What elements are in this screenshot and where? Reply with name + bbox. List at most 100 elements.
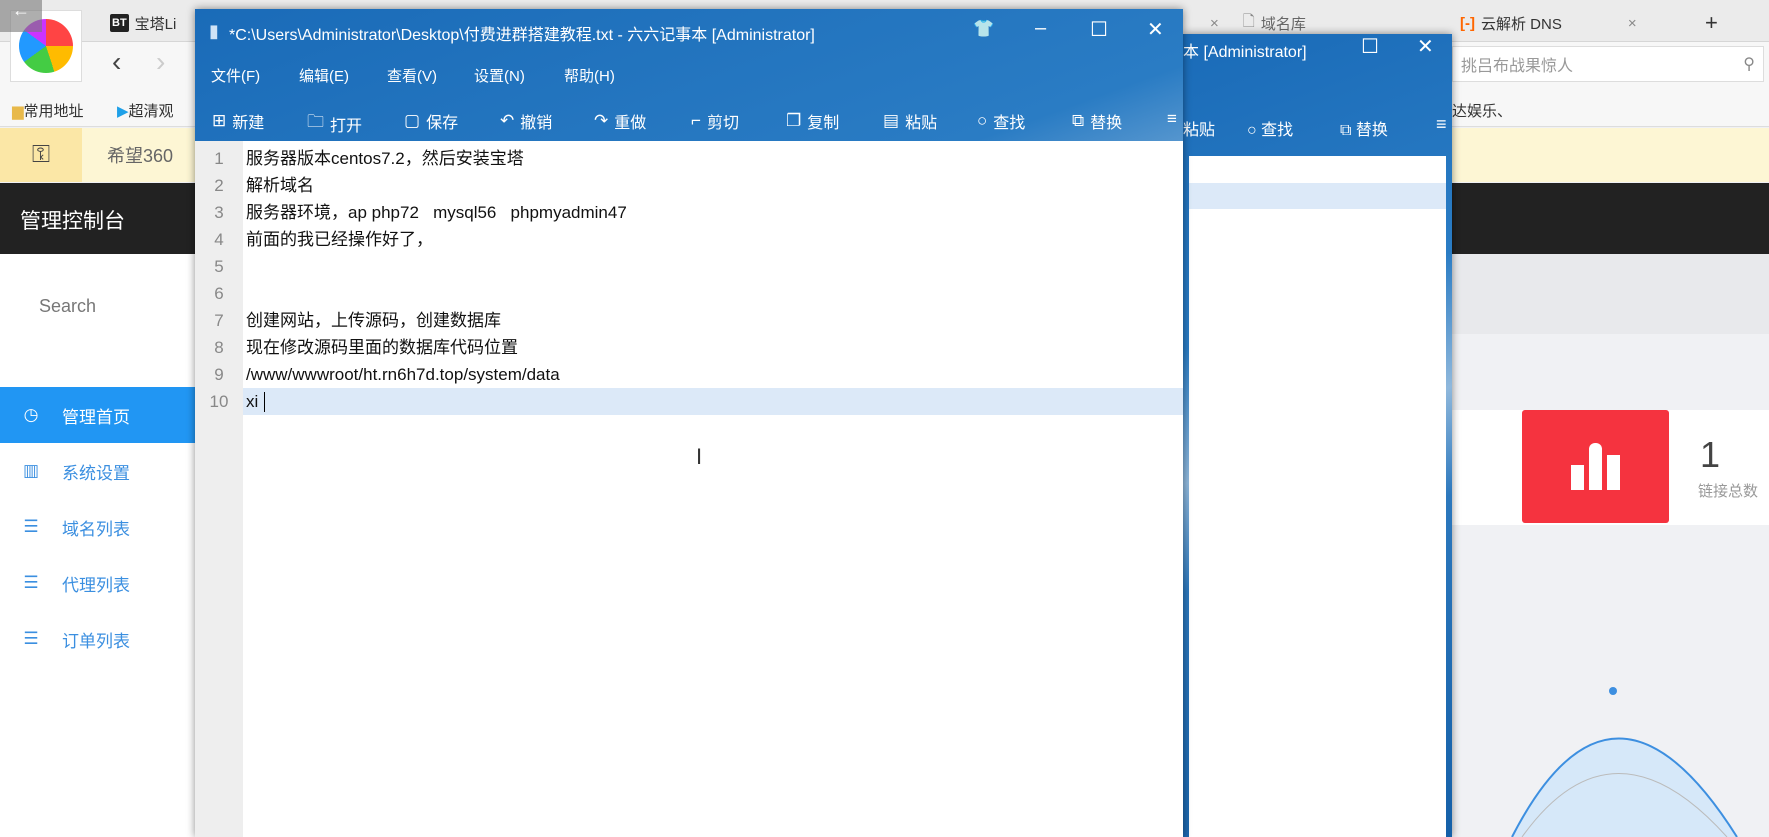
notepad-app-icon: ▮ xyxy=(209,21,219,41)
skin-icon[interactable]: 👕 xyxy=(973,19,994,39)
editor-line[interactable]: 创建网站，上传源码，创建数据库 xyxy=(246,307,501,334)
stat-label: 链接总数 xyxy=(1698,483,1759,500)
editor-area[interactable] xyxy=(1189,156,1446,837)
list-icon: ☰ xyxy=(23,573,39,592)
notepad-window-background: 本 [Administrator] ☐ ✕ 粘贴 ○ 查找 ⧉ 替换 ≡ xyxy=(1183,34,1452,837)
list-icon: ☰ xyxy=(23,629,39,648)
new-icon: ⊞ xyxy=(212,111,227,130)
search-placeholder: 挑吕布战果惊人 xyxy=(1461,58,1574,75)
new-button[interactable]: ⊞ 新建 xyxy=(212,109,264,133)
dashboard-icon: ◷ xyxy=(23,405,39,424)
label: 替换 xyxy=(1090,115,1123,132)
redo-button[interactable]: ↷ 重做 xyxy=(594,109,646,133)
search-icon: ○ xyxy=(977,111,988,130)
editor-line[interactable]: 现在修改源码里面的数据库代码位置 xyxy=(246,334,518,361)
editor-line[interactable]: 前面的我已经操作好了， xyxy=(246,226,433,253)
undo-button[interactable]: ↶ 撤销 xyxy=(500,109,552,133)
new-tab-button[interactable]: + xyxy=(1705,6,1718,40)
label: 粘贴 xyxy=(905,115,938,132)
close-icon[interactable]: ✕ xyxy=(1147,17,1164,42)
nav-label: 代理列表 xyxy=(62,575,130,595)
tab-label: 宝塔Li xyxy=(134,15,177,33)
close-icon[interactable]: × xyxy=(1628,15,1637,32)
replace-button[interactable]: ⧉ 替换 xyxy=(1340,116,1388,140)
grid-icon: ▥ xyxy=(22,461,40,480)
editor-area[interactable]: 1 服务器版本centos7.2，然后安装宝塔 2 解析域名 3 服务器环境，ap php… xyxy=(195,141,1183,837)
editor-line[interactable]: 服务器版本centos7.2，然后安装宝塔 xyxy=(246,145,524,172)
maximize-icon[interactable]: ☐ xyxy=(1361,34,1379,59)
back-icon[interactable]: ‹ xyxy=(112,46,121,78)
label: 查找 xyxy=(993,115,1026,132)
nav-label: 订单列表 xyxy=(62,631,130,651)
text-cursor xyxy=(264,392,265,412)
menu-view[interactable]: 查看(V) xyxy=(387,65,437,86)
paste-button[interactable]: 粘贴 xyxy=(1183,116,1215,140)
search-icon[interactable]: ⚲ xyxy=(1743,54,1755,74)
menu-help[interactable]: 帮助(H) xyxy=(564,65,615,86)
cut-icon: ⌐ xyxy=(691,111,701,130)
bar-chart-icon xyxy=(1522,410,1669,523)
window-title: 本 [Administrator] xyxy=(1183,44,1307,61)
copy-button[interactable]: ❐ 复制 xyxy=(786,109,839,133)
minimize-icon[interactable]: – xyxy=(1035,17,1046,40)
label: 查找 xyxy=(1261,122,1294,139)
editor-line[interactable]: xi xyxy=(246,388,258,415)
sidebar-item-orders[interactable]: ☰ 订单列表 xyxy=(0,611,195,667)
tab-baota[interactable]: BT 宝塔Li xyxy=(110,6,176,40)
label: 保存 xyxy=(426,115,459,132)
nav-label: 管理首页 xyxy=(62,407,130,427)
tab-label: 域名库 xyxy=(1260,15,1306,33)
bookmark-video[interactable]: ▶超清观 xyxy=(117,100,174,121)
play-icon: ▶ xyxy=(117,103,129,120)
nav-label: 系统设置 xyxy=(62,463,130,483)
find-button[interactable]: ○ 查找 xyxy=(1247,116,1293,140)
label: 撤销 xyxy=(520,115,553,132)
more-icon: ≡ xyxy=(1167,109,1177,128)
save-button[interactable]: ▢ 保存 xyxy=(404,109,458,133)
editor-line[interactable]: /www/wwwroot/ht.rn6h7d.top/system/data xyxy=(246,361,560,388)
menu-settings[interactable]: 设置(N) xyxy=(474,65,525,86)
maximize-icon[interactable]: ☐ xyxy=(1090,17,1108,42)
close-icon[interactable]: ✕ xyxy=(1417,34,1434,59)
sidebar-item-home[interactable]: ◷ 管理首页 xyxy=(0,387,195,443)
stat-card: 1 链接总数 xyxy=(1452,410,1769,525)
stat-value: 1 xyxy=(1700,434,1721,475)
cut-button[interactable]: ⌐ 剪切 xyxy=(691,109,739,133)
folder-icon: 🗀 xyxy=(307,112,324,131)
label: 替换 xyxy=(1355,122,1388,139)
sidebar-item-agents[interactable]: ☰ 代理列表 xyxy=(0,555,195,611)
copy-icon: ❐ xyxy=(786,111,802,130)
sidebar-item-settings[interactable]: ▥ 系统设置 xyxy=(0,443,195,499)
current-line-highlight xyxy=(243,388,1183,415)
close-icon[interactable]: × xyxy=(1210,15,1219,32)
bookmark-common[interactable]: ▆常用地址 xyxy=(12,100,84,121)
find-button[interactable]: ○ 查找 xyxy=(977,109,1025,133)
window-title: *C:\Users\Administrator\Desktop\付费进群搭建教程… xyxy=(229,27,815,44)
forward-icon[interactable]: › xyxy=(156,46,165,78)
sidebar-search[interactable]: Search xyxy=(39,296,96,317)
search-input[interactable]: 挑吕布战果惊人 ⚲ xyxy=(1452,46,1764,82)
menu-edit[interactable]: 编辑(E) xyxy=(299,65,349,86)
replace-icon: ⧉ xyxy=(1340,122,1352,139)
sidebar-item-domains[interactable]: ☰ 域名列表 xyxy=(0,499,195,555)
bookmark-right[interactable]: 达娱乐、 xyxy=(1452,100,1512,121)
line-number: 1 xyxy=(214,149,224,168)
more-icon[interactable]: ≡ xyxy=(1436,114,1447,135)
back-overlay-icon[interactable]: ← xyxy=(0,0,42,32)
editor-line[interactable]: 服务器环境，ap php72 mysql56 phpmyadmin47 xyxy=(246,199,627,226)
paste-button[interactable]: ▤ 粘贴 xyxy=(883,109,937,133)
label: 复制 xyxy=(807,115,840,132)
editor-line[interactable]: 解析域名 xyxy=(246,172,314,199)
line-number: 8 xyxy=(214,338,224,357)
admin-title: 管理控制台 xyxy=(20,210,125,233)
line-number: 5 xyxy=(214,257,224,276)
open-button[interactable]: 🗀 打开 xyxy=(307,109,362,138)
replace-button[interactable]: ⧉ 替换 xyxy=(1072,109,1122,133)
tab-dns[interactable]: [-] 云解析 DNS × xyxy=(1460,6,1637,40)
menu-file[interactable]: 文件(F) xyxy=(211,65,260,86)
line-number: 6 xyxy=(214,284,224,303)
search-icon: ○ xyxy=(1247,122,1257,139)
more-button[interactable]: ≡ xyxy=(1167,109,1177,129)
ibeam-cursor-icon: I xyxy=(696,444,703,469)
line-number: 7 xyxy=(214,311,224,330)
